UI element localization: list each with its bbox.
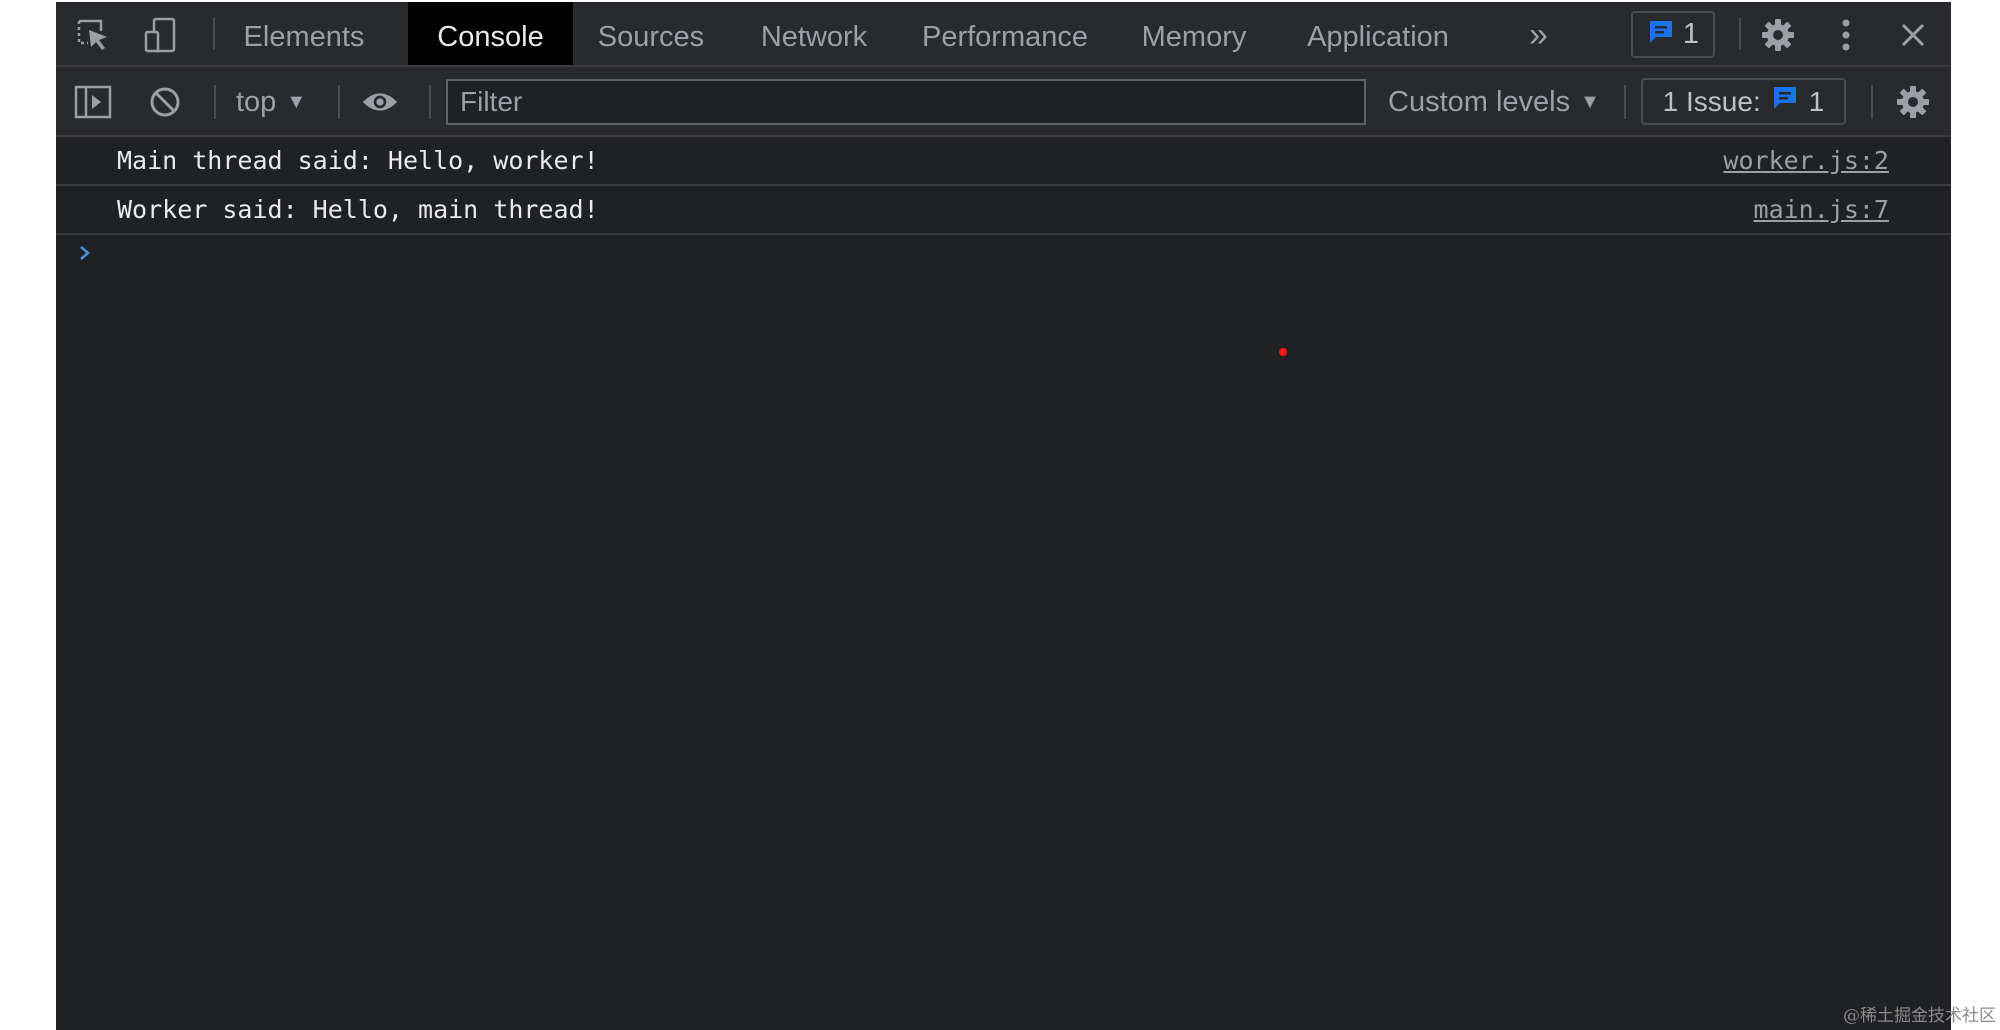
more-options-kebab-icon[interactable] xyxy=(1827,16,1865,54)
toolbar-divider xyxy=(1871,85,1873,119)
toolbar-divider xyxy=(338,85,340,119)
settings-gear-icon[interactable] xyxy=(1759,16,1797,54)
cursor-dot xyxy=(1279,348,1287,356)
context-value: top xyxy=(236,86,277,118)
message-source-link[interactable]: main.js:7 xyxy=(1754,186,1889,234)
message-source-link[interactable]: worker.js:2 xyxy=(1723,137,1889,185)
prompt-chevron-icon xyxy=(78,241,92,270)
toolbar-divider xyxy=(1624,85,1626,119)
console-input[interactable] xyxy=(117,235,1897,281)
tab-memory[interactable]: Memory xyxy=(1129,2,1259,65)
console-filter-input[interactable] xyxy=(446,79,1366,125)
toolbar-divider xyxy=(1739,18,1741,50)
toggle-sidebar-icon[interactable] xyxy=(74,83,112,121)
console-messages: Main thread said: Hello, worker! worker.… xyxy=(56,137,1951,281)
levels-label: Custom levels xyxy=(1388,86,1571,118)
devtools-panel: Elements Console Sources Network Perform… xyxy=(56,2,1951,1030)
issues-count: 1 xyxy=(1808,85,1825,117)
message-count: 1 xyxy=(1682,18,1700,50)
issues-button[interactable]: 1 Issue: 1 xyxy=(1641,78,1846,125)
messages-badge-button[interactable]: 1 xyxy=(1631,11,1715,58)
more-tabs-icon[interactable]: » xyxy=(1529,2,1548,65)
tab-sources[interactable]: Sources xyxy=(586,2,716,65)
console-message: Main thread said: Hello, worker! worker.… xyxy=(56,137,1951,186)
toolbar-divider xyxy=(214,85,216,119)
tab-network[interactable]: Network xyxy=(749,2,879,65)
device-toolbar-icon[interactable] xyxy=(142,16,180,54)
close-icon[interactable] xyxy=(1894,16,1932,54)
clear-console-icon[interactable] xyxy=(146,83,184,121)
watermark: @稀土掘金技术社区 xyxy=(1843,1006,1996,1026)
tab-application[interactable]: Application xyxy=(1289,2,1467,65)
console-settings-gear-icon[interactable] xyxy=(1894,83,1932,121)
message-text: Main thread said: Hello, worker! xyxy=(117,146,599,175)
javascript-context-select[interactable]: top ▼ xyxy=(236,67,306,135)
tab-elements[interactable]: Elements xyxy=(233,2,375,65)
console-toolbar: top ▼ Custom levels ▼ 1 Issue: xyxy=(56,67,1951,137)
message-icon xyxy=(1647,18,1675,51)
log-levels-dropdown[interactable]: Custom levels ▼ xyxy=(1388,67,1600,135)
console-prompt[interactable] xyxy=(56,235,1951,281)
tab-console[interactable]: Console xyxy=(408,2,573,65)
message-icon xyxy=(1771,84,1799,119)
dropdown-arrow-icon: ▼ xyxy=(286,91,307,113)
message-text: Worker said: Hello, main thread! xyxy=(117,195,599,224)
live-expression-eye-icon[interactable] xyxy=(361,83,399,121)
console-message: Worker said: Hello, main thread! main.js… xyxy=(56,186,1951,235)
dropdown-arrow-icon: ▼ xyxy=(1580,91,1600,113)
toolbar-divider xyxy=(213,18,215,50)
tab-performance[interactable]: Performance xyxy=(913,2,1097,65)
issues-label: 1 Issue: xyxy=(1662,85,1761,117)
devtools-tab-bar: Elements Console Sources Network Perform… xyxy=(56,2,1951,67)
select-element-icon[interactable] xyxy=(74,16,112,54)
toolbar-divider xyxy=(429,85,431,119)
